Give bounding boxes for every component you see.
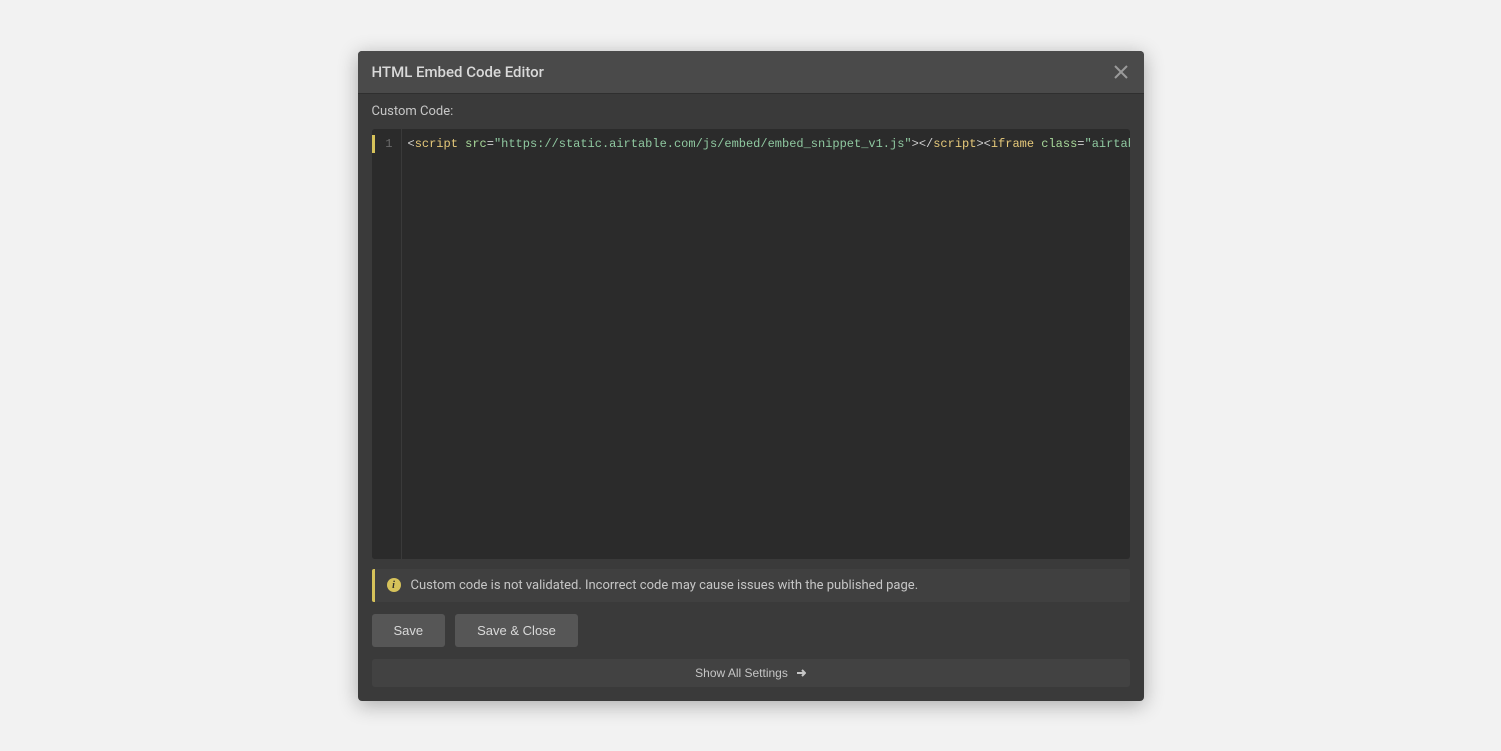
- modal-header: HTML Embed Code Editor: [358, 51, 1144, 94]
- code-token: script: [415, 137, 458, 151]
- code-token: ": [1084, 137, 1091, 151]
- arrow-right-icon: [796, 668, 806, 678]
- code-gutter: 1: [372, 129, 402, 559]
- code-token: iframe: [991, 137, 1034, 151]
- modal-body: Custom Code: 1 <script src="https://stat…: [358, 94, 1144, 701]
- custom-code-label: Custom Code:: [372, 104, 1130, 119]
- button-row: Save Save & Close: [372, 614, 1130, 647]
- code-area[interactable]: <script src="https://static.airtable.com…: [402, 129, 1130, 559]
- code-token: https://static.airtable.com/js/embed/emb…: [501, 137, 904, 151]
- code-token: ": [904, 137, 911, 151]
- modal-title: HTML Embed Code Editor: [372, 63, 544, 81]
- code-token: <: [408, 137, 415, 151]
- code-token: =: [487, 137, 494, 151]
- line-number: 1: [372, 135, 401, 153]
- code-token: >: [912, 137, 919, 151]
- code-token: src: [465, 137, 487, 151]
- save-close-button[interactable]: Save & Close: [455, 614, 578, 647]
- save-button[interactable]: Save: [372, 614, 446, 647]
- show-all-label: Show All Settings: [695, 666, 788, 680]
- html-embed-modal: HTML Embed Code Editor Custom Code: 1 <s…: [358, 51, 1144, 701]
- code-token: </: [919, 137, 933, 151]
- show-all-settings-button[interactable]: Show All Settings: [372, 659, 1130, 687]
- info-icon: i: [387, 578, 401, 592]
- warning-bar: i Custom code is not validated. Incorrec…: [372, 569, 1130, 602]
- code-editor[interactable]: 1 <script src="https://static.airtable.c…: [372, 129, 1130, 559]
- code-token: airtabl: [1092, 137, 1130, 151]
- close-icon: [1114, 65, 1128, 79]
- close-button[interactable]: [1112, 63, 1130, 81]
- code-token: <: [984, 137, 991, 151]
- code-token: >: [976, 137, 983, 151]
- code-token: script: [933, 137, 976, 151]
- code-token: class: [1041, 137, 1077, 151]
- warning-text: Custom code is not validated. Incorrect …: [411, 578, 919, 593]
